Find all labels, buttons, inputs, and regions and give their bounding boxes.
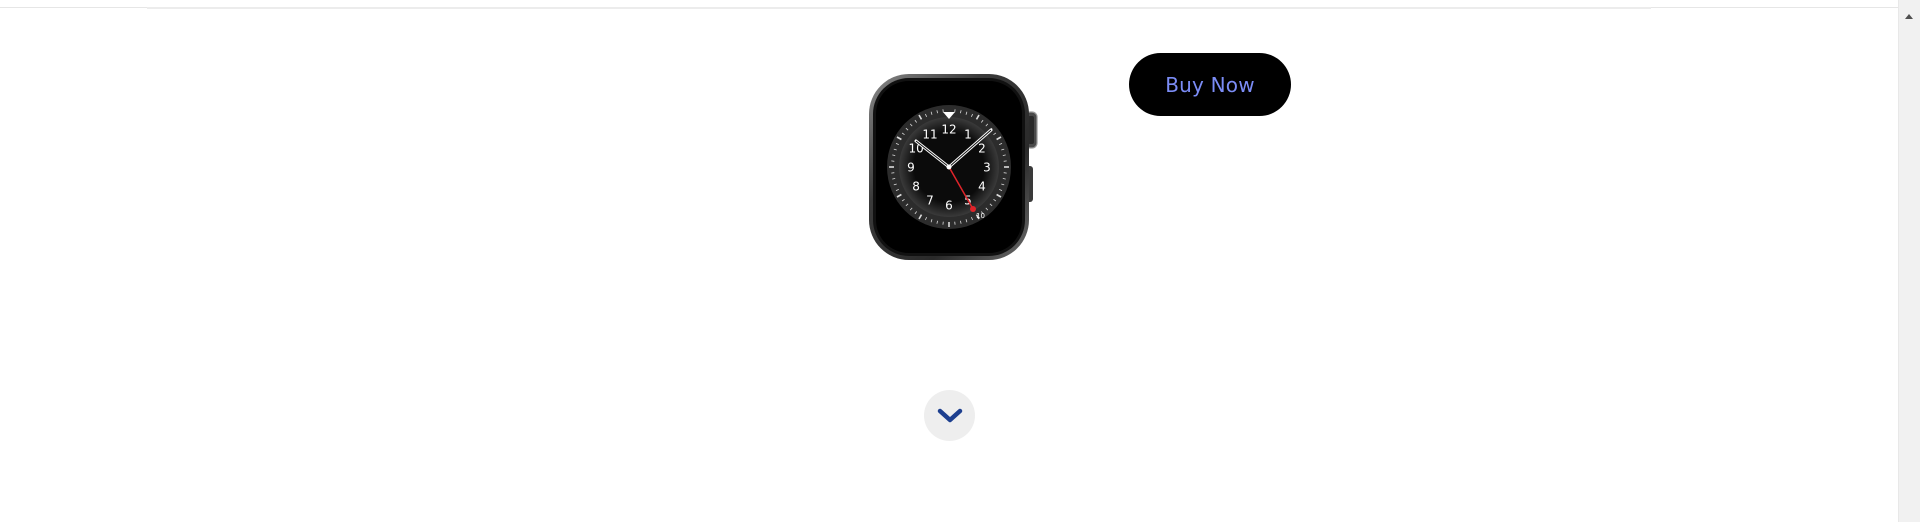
arrow-up-icon[interactable] [1905, 14, 1913, 19]
watch-numeral: 8 [912, 180, 920, 194]
watch-numeral: 1 [964, 128, 972, 142]
watch-numeral: 7 [926, 193, 934, 207]
top-divider-inner [147, 7, 1651, 9]
watch-numeral: 2 [978, 142, 986, 156]
watch-illustration: 121234567891011 10 [869, 74, 1038, 260]
scroll-down-button[interactable] [924, 390, 975, 441]
chevron-down-icon [937, 408, 962, 422]
product-watch-image: 121234567891011 10 [862, 70, 1042, 262]
watch-numeral: 6 [945, 199, 953, 213]
watch-numeral: 3 [983, 161, 991, 175]
watch-numeral: 11 [922, 128, 937, 142]
watch-numeral: 12 [941, 123, 956, 137]
watch-numeral: 9 [907, 161, 915, 175]
watch-numeral: 4 [978, 180, 986, 194]
buy-now-button[interactable]: Buy Now [1129, 53, 1291, 116]
top-divider [0, 7, 1899, 9]
watch-complication: 10 [976, 212, 985, 220]
page-scrollbar[interactable] [1898, 0, 1920, 522]
